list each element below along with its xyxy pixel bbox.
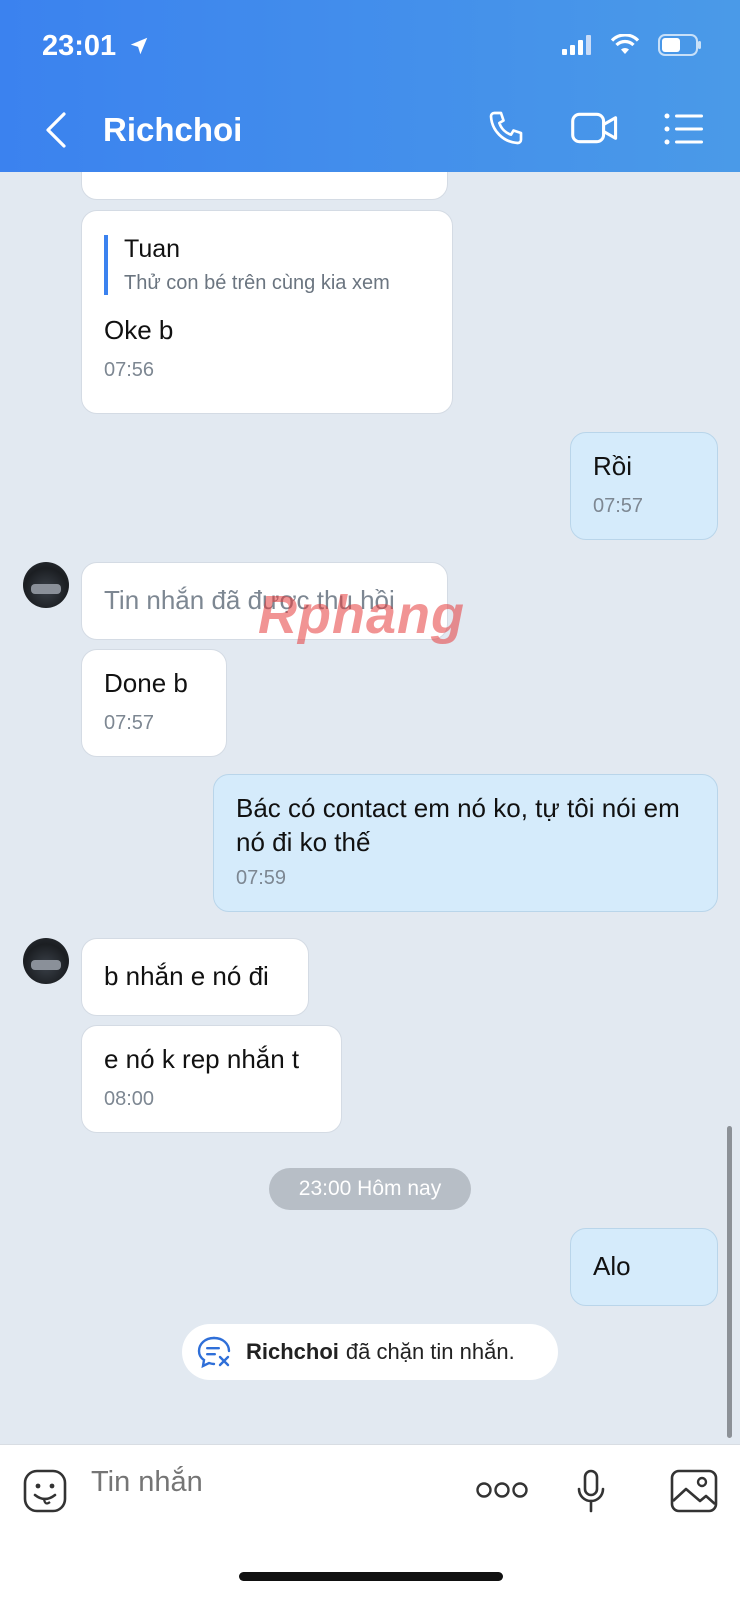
message-bubble-received[interactable]: Done b 07:57 (81, 649, 227, 757)
sticker-emoji-icon[interactable] (23, 1469, 67, 1513)
recalled-message-bubble[interactable]: Tin nhắn đã được thu hồi (81, 562, 448, 640)
blocked-notice: Richchoi đã chặn tin nhắn. (182, 1324, 558, 1380)
more-options-icon[interactable] (476, 1481, 528, 1499)
blocked-notice-text: đã chặn tin nhắn. (345, 1339, 515, 1364)
signal-icon (562, 35, 591, 55)
contact-avatar[interactable] (23, 938, 69, 984)
quote-text: Thử con bé trên cùng kia xem (124, 272, 390, 294)
message-time: 08:00 (104, 1088, 155, 1110)
message-time: 07:57 (104, 712, 155, 734)
quote-sender: Tuan (124, 235, 181, 263)
chat-title[interactable]: Richchoi (103, 111, 242, 149)
message-text: e nó k rep nhắn t (104, 1044, 300, 1074)
status-time: 23:01 (42, 30, 150, 63)
contact-avatar[interactable] (23, 562, 69, 608)
message-text: Rồi (593, 451, 633, 481)
message-list[interactable]: Tuan Thử con bé trên cùng kia xem Oke b … (0, 172, 740, 1444)
phone-call-icon[interactable] (486, 108, 526, 148)
message-bubble-sent[interactable]: Rồi 07:57 (570, 432, 718, 540)
status-indicators (562, 34, 702, 56)
status-time-text: 23:01 (42, 30, 117, 62)
message-text: Oke b (104, 315, 174, 345)
blocked-message-icon (197, 1336, 231, 1369)
back-chevron-icon[interactable] (44, 112, 68, 148)
message-time: 07:59 (236, 867, 287, 889)
message-bubble-sent[interactable]: Bác có contact em nó ko, tự tôi nói em n… (213, 774, 718, 912)
blocked-contact-name: Richchoi (246, 1339, 339, 1364)
message-input[interactable] (89, 1465, 433, 1500)
message-text: Alo (593, 1251, 631, 1281)
microphone-icon[interactable] (576, 1469, 606, 1515)
home-indicator[interactable] (239, 1572, 503, 1581)
menu-list-icon[interactable] (664, 112, 704, 146)
wifi-icon (610, 34, 640, 54)
location-arrow-icon (130, 37, 148, 55)
video-call-icon[interactable] (571, 108, 619, 148)
message-text: Bác có contact em nó ko, tự tôi nói em n… (236, 793, 680, 857)
message-text: Tin nhắn đã được thu hồi (104, 585, 395, 615)
scrollbar[interactable] (727, 1126, 732, 1438)
message-text: b nhắn e nó đi (104, 961, 269, 991)
previous-message-bubble[interactable] (81, 172, 448, 200)
message-text: Done b (104, 668, 188, 698)
message-bubble-received[interactable]: e nó k rep nhắn t 08:00 (81, 1025, 342, 1133)
date-separator: 23:00 Hôm nay (269, 1168, 471, 1210)
reply-quote[interactable]: Tuan Thử con bé trên cùng kia xem (104, 235, 430, 295)
message-bubble-received[interactable]: Tuan Thử con bé trên cùng kia xem Oke b … (81, 210, 453, 414)
message-bubble-received[interactable]: b nhắn e nó đi (81, 938, 309, 1016)
message-time: 07:57 (593, 495, 644, 517)
battery-icon (658, 34, 701, 56)
message-time: 07:56 (104, 359, 155, 381)
chat-header: 23:01 Richchoi (0, 0, 740, 172)
message-bubble-sent[interactable]: Alo (570, 1228, 718, 1306)
image-gallery-icon[interactable] (670, 1469, 718, 1513)
